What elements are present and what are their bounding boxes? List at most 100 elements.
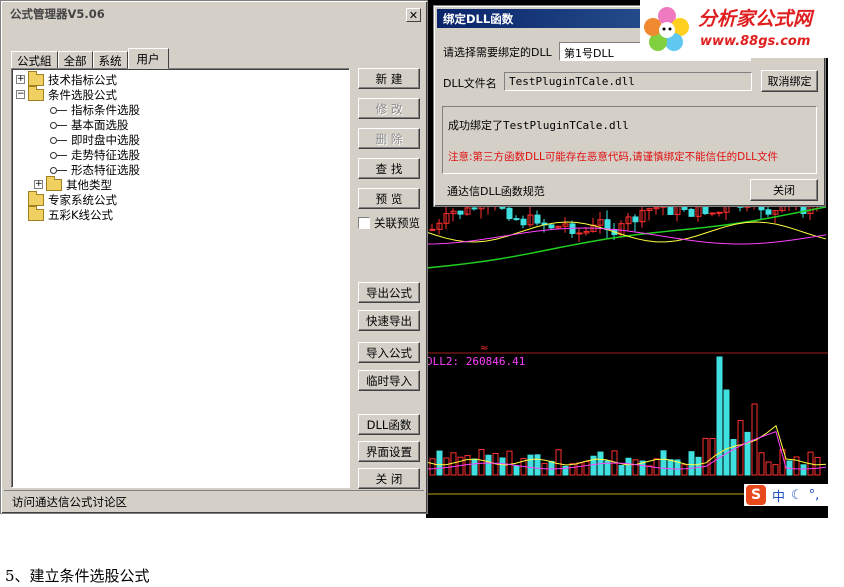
tree-item-expert[interactable]: 专家系统公式	[28, 190, 117, 207]
volume-bar	[499, 457, 506, 476]
volume-bar	[737, 420, 744, 476]
candle-body	[429, 228, 436, 231]
volume-bar	[765, 461, 772, 476]
volume-indicator-label: DLL2: 260846.41	[426, 355, 526, 368]
tree-item-label: 走势特征选股	[71, 147, 140, 162]
folder-icon	[46, 175, 62, 191]
temp-import-button[interactable]: 临时导入	[358, 370, 420, 391]
collapse-icon[interactable]: −	[16, 90, 25, 99]
volume-bar	[723, 389, 730, 476]
volume-bar	[527, 454, 534, 476]
volume-bar	[471, 458, 478, 476]
link-preview-checkbox-row[interactable]: 关联预览	[358, 215, 420, 231]
watermark-title: 分析家公式网	[698, 8, 813, 30]
volume-bar	[618, 464, 625, 476]
volume-bar	[555, 449, 562, 476]
preview-button[interactable]: 预 览	[358, 188, 420, 209]
close-button[interactable]: 关 闭	[358, 468, 420, 489]
volume-bar	[681, 464, 688, 476]
delete-button[interactable]: 删 除	[358, 128, 420, 149]
new-button[interactable]: 新 建	[358, 68, 420, 89]
tree-item-label: 专家系统公式	[48, 192, 117, 207]
ma-line-green	[426, 206, 827, 269]
watermark-url: www.88gs.com	[700, 34, 811, 49]
volume-bar	[730, 438, 737, 476]
unbind-button[interactable]: 取消绑定	[761, 70, 818, 92]
dll-spec-link[interactable]: 通达信DLL函数规范	[447, 183, 545, 199]
link-preview-label: 关联预览	[374, 216, 420, 230]
edit-button[interactable]: 修 改	[358, 98, 420, 119]
find-button[interactable]: 查 找	[358, 158, 420, 179]
volume-bar	[772, 464, 779, 476]
volume-bar	[576, 462, 583, 476]
volume-bar	[744, 431, 751, 476]
close-window-button[interactable]: ✕	[406, 8, 421, 22]
candle-body	[688, 209, 695, 217]
tree-item-fundamental[interactable]: 基本面选股	[50, 117, 129, 132]
tree-item-label: 其他类型	[66, 177, 112, 192]
volume-bar	[478, 448, 485, 476]
volume-bar	[667, 459, 674, 476]
volume-bar	[583, 461, 590, 476]
tree-item-condition[interactable]: − 条件选股公式	[16, 85, 117, 102]
volume-bar	[702, 437, 709, 476]
flower-logo-icon	[644, 7, 689, 51]
formula-manager-window: 公式管理器V5.06 ✕ 公式組 全部 系统 用户 + 技术指标公式 − 条件选…	[0, 0, 428, 514]
expand-icon[interactable]: +	[34, 180, 43, 189]
candle-body	[471, 207, 478, 210]
volume-bar	[646, 465, 653, 476]
tree-item-label: 技术指标公式	[48, 72, 117, 87]
folder-icon	[28, 70, 44, 86]
candle-body	[709, 212, 716, 215]
tree-item-label: 条件选股公式	[48, 87, 117, 102]
status-link[interactable]: 访问通达信公式讨论区	[4, 490, 424, 510]
folder-icon	[28, 85, 44, 101]
candle-body	[765, 209, 772, 215]
ime-mode[interactable]: 中	[772, 486, 785, 505]
punctuation-icon[interactable]: °,	[809, 488, 820, 503]
dll-function-button[interactable]: DLL函数	[358, 414, 420, 435]
export-formula-button[interactable]: 导出公式	[358, 282, 420, 303]
volume-bar	[688, 451, 695, 476]
tree-item-indicator-condition[interactable]: 指标条件选股	[50, 102, 140, 117]
sogou-logo-icon[interactable]: S	[746, 485, 766, 505]
candle-body	[506, 207, 513, 220]
import-formula-button[interactable]: 导入公式	[358, 342, 420, 363]
volume-bar	[814, 457, 821, 476]
section-caption: 5、建立条件选股公式	[5, 567, 150, 585]
volume-bar	[485, 454, 492, 476]
tree-item-other[interactable]: + 其他类型	[34, 175, 112, 192]
volume-bar	[534, 454, 541, 476]
ime-toolbar: S 中 ☾ °,	[744, 484, 844, 506]
dll-filename-label: DLL文件名	[443, 77, 497, 90]
dialog-close-text-button[interactable]: 关闭	[750, 179, 818, 201]
folder-icon	[28, 205, 44, 221]
formula-key-icon	[50, 151, 68, 159]
tab-user[interactable]: 用户	[127, 48, 169, 69]
volume-bar	[800, 464, 807, 476]
tree-item-label: 指标条件选股	[71, 102, 140, 117]
quick-export-button[interactable]: 快速导出	[358, 310, 420, 331]
formula-tree: + 技术指标公式 − 条件选股公式 指标条件选股 基本面选股 即时盘中选股 走势…	[11, 68, 350, 488]
moon-icon[interactable]: ☾	[791, 488, 803, 503]
tab-formula-group[interactable]: 公式組	[11, 51, 58, 69]
window-title: 公式管理器V5.06	[4, 4, 424, 23]
expand-icon[interactable]: +	[16, 75, 25, 84]
tree-item-trend[interactable]: 走势特征选股	[50, 147, 140, 162]
tree-item-label: 五彩K线公式	[48, 207, 114, 222]
tab-all[interactable]: 全部	[57, 51, 93, 69]
tree-item-colorful-kline[interactable]: 五彩K线公式	[28, 205, 114, 222]
tree-item-label: 即时盘中选股	[71, 132, 140, 147]
volume-bar	[632, 459, 639, 476]
formula-key-icon	[50, 136, 68, 144]
message-group: 成功绑定了TestPluginTCale.dll 注意:第三方函数DLL可能存在…	[442, 106, 817, 174]
tab-system[interactable]: 系统	[92, 51, 128, 69]
dll-filename-field[interactable]: TestPluginTCale.dll	[504, 72, 752, 91]
volume-bar	[513, 465, 520, 476]
ui-settings-button[interactable]: 界面设置	[358, 441, 420, 462]
tree-item-pattern[interactable]: 形态特征选股	[50, 162, 140, 177]
tree-item-intraday[interactable]: 即时盘中选股	[50, 132, 140, 147]
bound-message: 成功绑定了TestPluginTCale.dll	[448, 119, 629, 132]
candle-body	[534, 214, 541, 224]
link-preview-checkbox[interactable]	[358, 217, 370, 229]
